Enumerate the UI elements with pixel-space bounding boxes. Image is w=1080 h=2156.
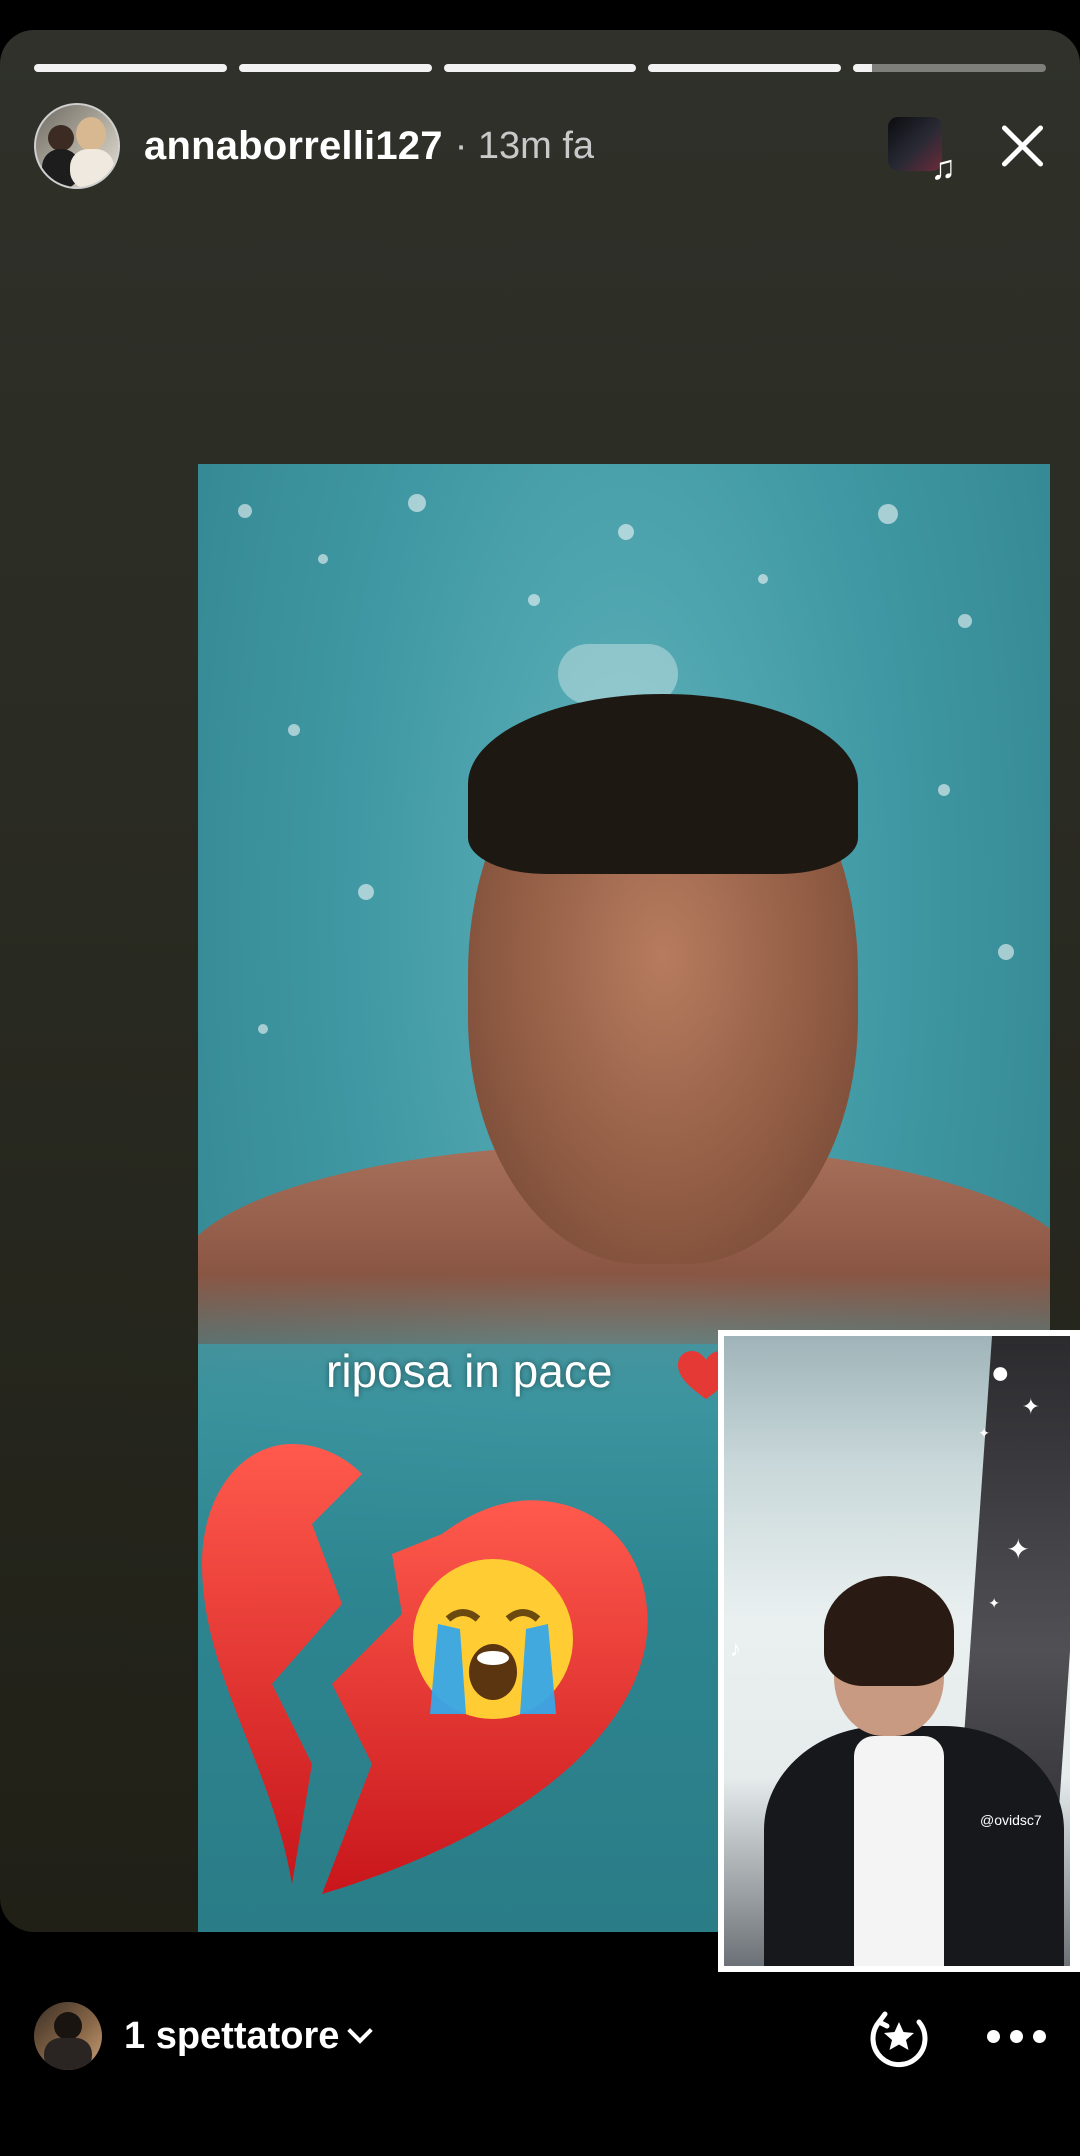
music-icon[interactable]: ♫ (888, 117, 956, 185)
chevron-down-icon[interactable] (347, 2018, 374, 2044)
more-icon[interactable] (987, 2029, 1046, 2043)
progress-segment (238, 64, 432, 72)
progress-segment (853, 64, 1046, 72)
sticker-photo[interactable]: ● ✦ ✦ ✦ ✦ ♪ @ovidsc7 (718, 1330, 1080, 1972)
star-highlight-icon[interactable] (865, 2002, 933, 2070)
caption-text: riposa in pace (326, 1345, 613, 1397)
close-icon[interactable] (998, 122, 1046, 170)
username[interactable]: annaborrelli127 (144, 124, 443, 169)
progress-segment (34, 64, 227, 72)
viewer-avatar[interactable] (34, 2002, 102, 2070)
progress-segment (648, 64, 842, 72)
viewers-count[interactable]: 1 spettatore (124, 2015, 339, 2058)
post-time: · 13m fa (454, 124, 595, 167)
story-progress (34, 64, 1046, 72)
tiktok-icon: ♪ (730, 1636, 741, 1661)
story-footer: 1 spettatore (34, 1998, 1046, 2074)
progress-segment (443, 64, 637, 72)
avatar[interactable] (34, 103, 120, 189)
story-header: annaborrelli127 · 13m fa ♫ (34, 102, 1046, 190)
tiktok-handle: @ovidsc7 (980, 1812, 1042, 1828)
crying-face-icon (413, 1559, 573, 1719)
